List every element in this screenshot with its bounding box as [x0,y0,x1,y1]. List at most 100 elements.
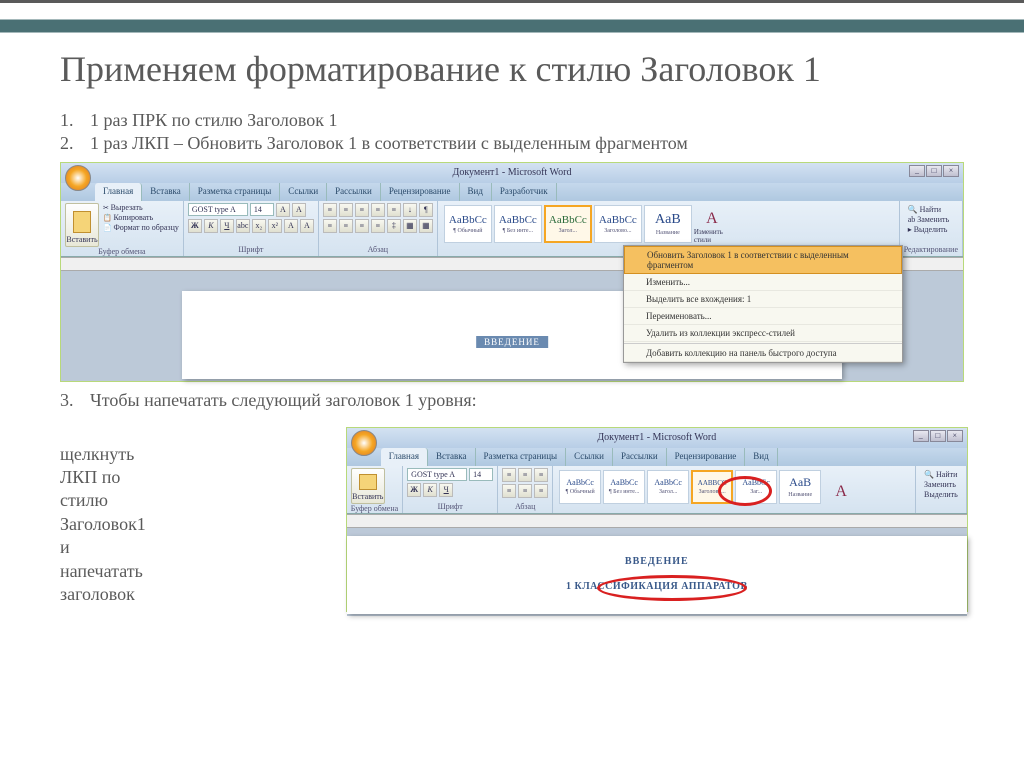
strike-button[interactable]: abc [236,219,250,233]
cut-button[interactable]: Вырезать [103,203,179,212]
close-icon[interactable]: × [947,430,963,442]
style-heading2[interactable]: AaBbCcЗаг... [735,470,777,504]
shrink-font-icon[interactable]: A [292,203,306,217]
maximize-icon[interactable]: □ [930,430,946,442]
font-size-select[interactable]: 14 [250,203,274,216]
font-name-select[interactable]: GOST type A [407,468,467,481]
style-heading2[interactable]: AaBbCcЗаголово... [594,205,642,243]
pilcrow-icon[interactable]: ¶ [419,203,433,217]
shading-icon[interactable]: ▦ [403,219,417,233]
superscript-button[interactable]: x² [268,219,282,233]
align-center-icon[interactable]: ≡ [518,484,532,498]
tab-layout[interactable]: Разметка страницы [190,183,281,201]
ctx-remove-gallery[interactable]: Удалить из коллекции экспресс-стилей [624,325,902,342]
tab-insert[interactable]: Вставка [142,183,190,201]
copy-button[interactable]: Копировать [103,213,179,222]
align-left-icon[interactable]: ≡ [323,219,337,233]
bold-button[interactable]: Ж [188,219,202,233]
style-title[interactable]: AaBНазвание [644,205,692,243]
tab-mail[interactable]: Рассылки [327,183,381,201]
ctx-select-all[interactable]: Выделить все вхождения: 1 [624,291,902,308]
ctx-update-style[interactable]: Обновить Заголовок 1 в соответствии с вы… [624,246,902,274]
office-button-icon[interactable] [351,430,377,456]
ctx-rename[interactable]: Переименовать... [624,308,902,325]
tab-home[interactable]: Главная [95,183,142,201]
style-title[interactable]: AaBНазвание [779,470,821,504]
line-spacing-icon[interactable]: ‡ [387,219,401,233]
justify-icon[interactable]: ≡ [371,219,385,233]
borders-icon[interactable]: ▦ [419,219,433,233]
find-button[interactable]: 🔍 Найти [924,470,958,479]
font-size-select[interactable]: 14 [469,468,493,481]
grow-font-icon[interactable]: A [276,203,290,217]
tab-review[interactable]: Рецензирование [381,183,460,201]
style-heading1-sel[interactable]: AABBCCЗаголово... [691,470,733,504]
tab-insert[interactable]: Вставка [428,448,476,466]
tab-dev[interactable]: Разработчик [492,183,557,201]
page[interactable]: ВВЕДЕНИЕ 1 КЛАССИФИКАЦИЯ АППАРАТОВ [347,536,967,614]
maximize-icon[interactable]: □ [926,165,942,177]
tab-home[interactable]: Главная [381,448,428,466]
minimize-icon[interactable]: _ [913,430,929,442]
align-left-icon[interactable]: ≡ [502,484,516,498]
tab-mail[interactable]: Рассылки [613,448,667,466]
sort-icon[interactable]: ↓ [403,203,417,217]
select-button[interactable]: Выделить [924,490,958,499]
justify-icon[interactable]: ≡ [534,484,548,498]
step-3-body: щелкнуть ЛКП по стилю Заголовок1 и напеч… [60,419,146,607]
style-normal[interactable]: AaBbCc¶ Обычный [444,205,492,243]
doc2-heading2: 1 КЛАССИФИКАЦИЯ АППАРАТОВ [566,581,748,592]
change-styles-button[interactable]: AИзменить стили [694,205,730,249]
style-nospacing[interactable]: AaBbCc¶ Без инте... [494,205,542,243]
paragraph-label: Абзац [502,502,548,511]
replace-button[interactable]: ab Заменить [908,215,954,224]
font-label: Шрифт [188,245,314,254]
style-heading1[interactable]: AaBbCcЗагол... [544,205,592,243]
align-right-icon[interactable]: ≡ [355,219,369,233]
font-group: GOST type A 14 Ж К Ч Шрифт [403,466,498,513]
change-styles-button[interactable]: A [823,470,859,514]
style-normal[interactable]: AaBbCc¶ Обычный [559,470,601,504]
tab-links[interactable]: Ссылки [566,448,613,466]
underline-button[interactable]: Ч [439,483,453,497]
tab-view[interactable]: Вид [745,448,777,466]
bullets-icon[interactable]: ≡ [502,468,516,482]
tab-layout[interactable]: Разметка страницы [476,448,567,466]
tab-view[interactable]: Вид [460,183,492,201]
ctx-add-qat[interactable]: Добавить коллекцию на панель быстрого до… [624,345,902,362]
multilevel-icon[interactable]: ≡ [355,203,369,217]
italic-button[interactable]: К [423,483,437,497]
numbering-icon[interactable]: ≡ [339,203,353,217]
editing-group: 🔍 Найти ab Заменить ▸ Выделить Редактиро… [900,201,963,256]
office-button-icon[interactable] [65,165,91,191]
highlight-button[interactable]: A [284,219,298,233]
align-center-icon[interactable]: ≡ [339,219,353,233]
find-button[interactable]: 🔍 Найти [908,205,954,214]
style-heading1[interactable]: AaBbCcЗагол... [647,470,689,504]
minimize-icon[interactable]: _ [909,165,925,177]
select-button[interactable]: ▸ Выделить [908,225,954,234]
clipboard-group: Вставить Вырезать Копировать Формат по о… [61,201,184,256]
replace-button[interactable]: Заменить [924,480,958,489]
editing-label: Редактирование [904,245,958,254]
numbering-icon[interactable]: ≡ [518,468,532,482]
close-icon[interactable]: × [943,165,959,177]
bold-button[interactable]: Ж [407,483,421,497]
subscript-button[interactable]: x₂ [252,219,266,233]
style-nospacing[interactable]: AaBbCc¶ Без инте... [603,470,645,504]
format-painter-button[interactable]: Формат по образцу [103,223,179,232]
font-color-button[interactable]: A [300,219,314,233]
ctx-modify[interactable]: Изменить... [624,274,902,291]
slide-top-decor [0,0,1024,40]
italic-button[interactable]: К [204,219,218,233]
tab-links[interactable]: Ссылки [280,183,327,201]
paste-button[interactable]: Вставить [65,203,99,247]
tab-review[interactable]: Рецензирование [667,448,746,466]
bullets-icon[interactable]: ≡ [323,203,337,217]
font-name-select[interactable]: GOST type A [188,203,248,216]
indent-icon[interactable]: ≡ [534,468,548,482]
indent-inc-icon[interactable]: ≡ [387,203,401,217]
underline-button[interactable]: Ч [220,219,234,233]
paste-button[interactable]: Вставить [351,468,385,504]
indent-dec-icon[interactable]: ≡ [371,203,385,217]
